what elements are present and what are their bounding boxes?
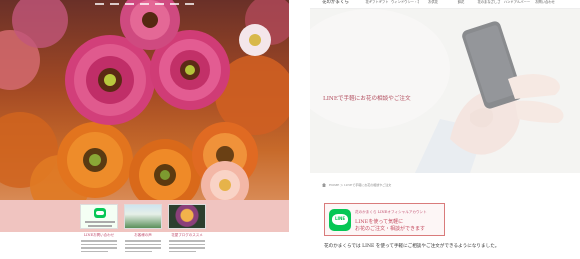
card-title: お客様の声	[134, 233, 152, 237]
flower-photo	[0, 0, 289, 200]
card-text	[124, 240, 162, 252]
blog-photo	[168, 204, 206, 229]
card-customer-voice[interactable]: お客様の声	[124, 204, 162, 252]
left-nav-item[interactable]	[155, 3, 164, 5]
left-nav-item[interactable]	[125, 3, 134, 5]
card-blog[interactable]: 花屋ブログのススメ	[168, 204, 206, 252]
left-page-preview: LINEお問い合わせ お客様の声 花屋ブログのススメ	[0, 0, 289, 259]
line-logo-icon	[94, 208, 106, 218]
right-page-preview: 花のかまくら 花ギフトギフト ウィンドウシー・花束 お供花 鉢花 花のまなざしさ…	[310, 0, 580, 259]
card-text	[80, 240, 118, 252]
nav-item-about[interactable]: 花のまなざしさ	[475, 0, 503, 5]
hero-caption: LINEで手軽にお花の相談やご注文	[323, 96, 411, 102]
left-nav-item[interactable]	[170, 3, 179, 5]
line-banner-title-2: お花のご注文・相談ができます	[355, 226, 426, 232]
flower-hero-image	[0, 0, 289, 200]
hand-holding-phone-photo	[310, 9, 580, 173]
card-text	[168, 240, 206, 252]
breadcrumb-text[interactable]: HOME ＞ LINEで手軽にお花の相談やご注文	[329, 183, 391, 187]
feature-cards: LINEお問い合わせ お客様の声 花屋ブログのススメ	[80, 204, 206, 252]
line-logo-text: LINE	[334, 216, 346, 221]
nav-item-offering[interactable]: お供花	[419, 0, 447, 5]
card-line-inquiry[interactable]: LINEお問い合わせ	[80, 204, 118, 252]
nav-item-gift[interactable]: 花ギフトギフト	[363, 0, 391, 5]
line-banner[interactable]: LINE 花のかまくら LINEオフィシャルアカウント LINEを使って気軽に …	[324, 203, 445, 236]
card-title: 花屋ブログのススメ	[171, 233, 203, 237]
nav-item-contact[interactable]: お問い合わせ	[531, 0, 559, 5]
customer-photo	[124, 204, 162, 229]
nav-item-pot[interactable]: 鉢花	[447, 0, 475, 5]
line-thumbnail	[80, 204, 118, 229]
hero-image: LINEで手軽にお花の相談やご注文	[310, 9, 580, 173]
line-logo-icon: LINE	[329, 209, 351, 231]
nav-item-handmade[interactable]: ハンドアルバーー	[503, 0, 531, 5]
left-nav-item[interactable]	[95, 3, 104, 5]
nav-item-bouquet[interactable]: ウィンドウシー・花束	[391, 0, 419, 5]
left-nav-item[interactable]	[185, 3, 194, 5]
left-top-nav	[95, 3, 194, 9]
left-nav-item[interactable]	[140, 3, 149, 5]
global-nav: 花ギフトギフト ウィンドウシー・花束 お供花 鉢花 花のまなざしさ ハンドアルバ…	[363, 0, 559, 5]
left-nav-item[interactable]	[110, 3, 119, 5]
breadcrumb: HOME ＞ LINEで手軽にお花の相談やご注文	[322, 183, 391, 187]
home-icon[interactable]	[322, 183, 326, 187]
card-title: LINEお問い合わせ	[83, 233, 115, 237]
intro-text: 花のかまくらでは LINE を使って手軽にご相談やご注文ができるようになりました…	[324, 244, 500, 249]
site-logo[interactable]: 花のかまくら	[322, 0, 349, 6]
line-banner-subtitle: 花のかまくら LINEオフィシャルアカウント	[355, 210, 427, 214]
line-banner-title-1: LINEを使って気軽に	[355, 219, 404, 225]
